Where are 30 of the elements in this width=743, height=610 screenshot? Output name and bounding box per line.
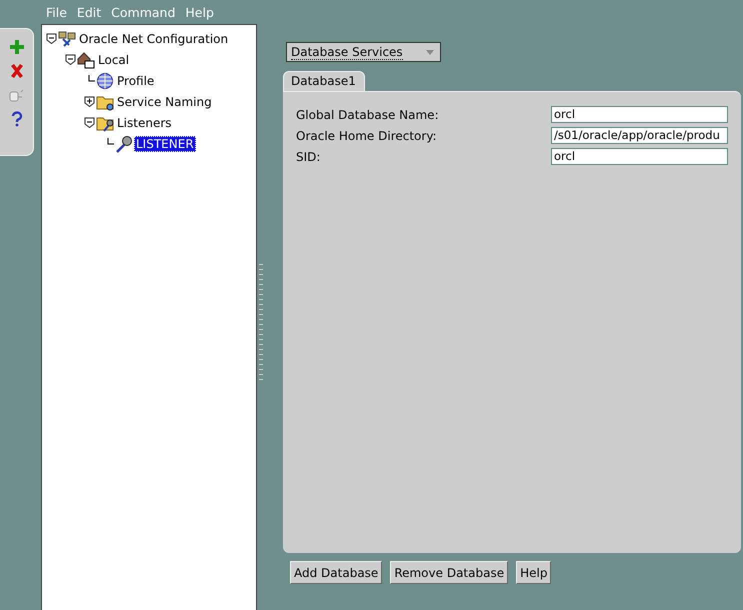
menu-item[interactable]: Edit bbox=[76, 4, 102, 20]
tree-item[interactable]: Local bbox=[96, 52, 132, 68]
tree-item[interactable]: LISTENER bbox=[134, 136, 196, 152]
tree-item[interactable]: Oracle Net Configuration bbox=[77, 30, 230, 46]
input-field[interactable]: orcl bbox=[551, 106, 728, 123]
menu-item[interactable]: File bbox=[46, 4, 67, 20]
tree-item[interactable]: Profile bbox=[115, 72, 156, 88]
field-label: Oracle Home Directory: bbox=[296, 128, 437, 142]
field-label: Global Database Name: bbox=[296, 108, 439, 122]
globe-icon bbox=[96, 72, 114, 90]
menu-item[interactable]: Command bbox=[111, 4, 176, 20]
expander-icon[interactable] bbox=[84, 117, 95, 128]
house-computer-icon bbox=[77, 50, 95, 68]
delete-icon[interactable] bbox=[8, 63, 24, 79]
service-dropdown[interactable]: Database Services bbox=[286, 42, 441, 62]
action-button[interactable]: Remove Database bbox=[390, 561, 508, 584]
tab[interactable]: Database1 bbox=[283, 71, 365, 91]
input-field[interactable]: /s01/oracle/app/oracle/produ bbox=[551, 127, 728, 144]
expander-icon[interactable] bbox=[84, 96, 95, 107]
network-config-icon bbox=[58, 30, 76, 48]
menu-item[interactable]: Help bbox=[185, 4, 214, 20]
tree-item[interactable]: Service Naming bbox=[115, 94, 214, 110]
caret-icon bbox=[426, 50, 434, 54]
expander-icon[interactable] bbox=[65, 54, 76, 65]
input-field[interactable]: orcl bbox=[551, 148, 728, 165]
field-label: SID: bbox=[296, 150, 320, 164]
action-button[interactable]: Add Database bbox=[290, 561, 382, 584]
action-button[interactable]: Help bbox=[516, 561, 552, 584]
expander-icon[interactable] bbox=[46, 33, 57, 44]
tree-item[interactable]: Listeners bbox=[115, 114, 174, 130]
